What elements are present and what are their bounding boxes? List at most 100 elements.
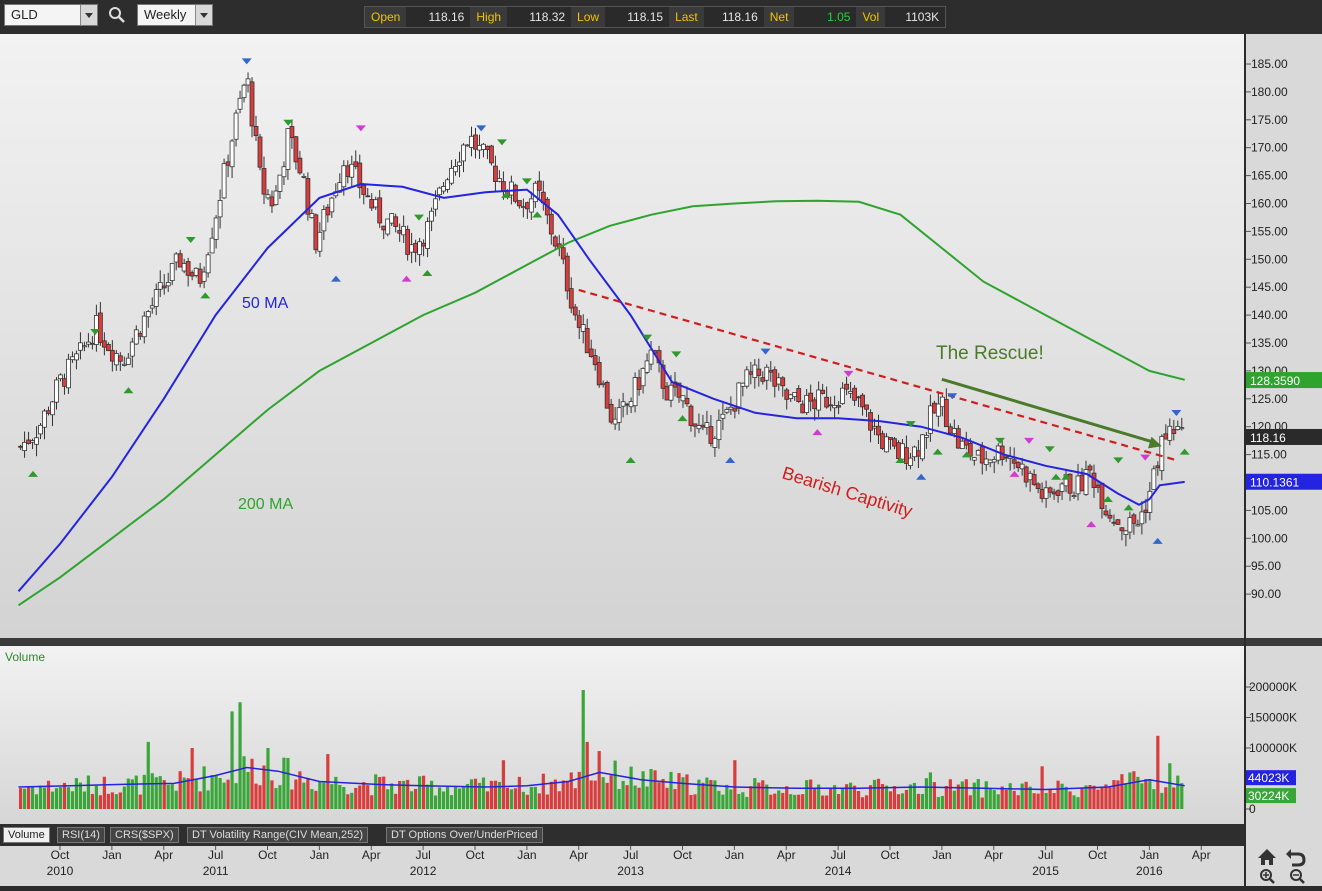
candle-body xyxy=(1071,495,1077,497)
volume-bar xyxy=(777,790,781,809)
volume-bar xyxy=(22,788,27,809)
candle-body xyxy=(237,97,243,110)
candle-body xyxy=(916,450,921,457)
month-label: Apr xyxy=(362,848,381,862)
volume-bar xyxy=(178,771,182,809)
candle-body xyxy=(1095,484,1101,488)
volume-bar xyxy=(1112,780,1116,809)
candle-body xyxy=(433,198,438,210)
candle-body xyxy=(636,377,642,390)
candle-body xyxy=(78,342,83,351)
pivot-marker xyxy=(932,448,943,455)
year-label: 2010 xyxy=(47,864,74,878)
volume-bar xyxy=(110,792,114,809)
pivot-marker xyxy=(1113,457,1124,464)
candle-body xyxy=(796,388,802,402)
volume-bar xyxy=(1012,790,1016,809)
pivot-marker xyxy=(1140,454,1151,461)
candle-body xyxy=(1107,514,1113,519)
volume-bar xyxy=(258,785,262,809)
candle-body xyxy=(608,403,614,423)
volume-bar xyxy=(266,748,270,809)
candle-body xyxy=(257,136,263,168)
volume-bar xyxy=(114,794,118,809)
price-tick-label: 135.00 xyxy=(1251,336,1288,350)
volume-bar xyxy=(884,785,889,809)
price-tick-label: 150.00 xyxy=(1251,252,1288,266)
candle-body xyxy=(229,140,235,168)
volume-bar xyxy=(944,785,948,809)
volume-bar xyxy=(637,787,641,809)
candle-body xyxy=(30,440,35,443)
volume-bar xyxy=(26,786,31,809)
candle-body xyxy=(1015,461,1021,468)
volume-bar xyxy=(306,777,310,809)
candle-body xyxy=(485,145,490,150)
volume-bar xyxy=(330,784,334,809)
candle-body xyxy=(181,263,187,272)
volume-bar xyxy=(545,794,549,809)
candle-body xyxy=(1047,487,1053,493)
candle-body xyxy=(512,184,518,202)
month-label: Oct xyxy=(258,848,277,862)
pivot-marker xyxy=(401,275,412,282)
price-tick-label: 165.00 xyxy=(1251,169,1288,183)
volume-panel-title: Volume xyxy=(5,650,45,664)
candle-body xyxy=(983,458,989,466)
volume-bar xyxy=(290,789,294,809)
candle-body xyxy=(389,213,395,224)
month-label: Apr xyxy=(154,848,173,862)
month-label: Apr xyxy=(984,848,1003,862)
volume-bar xyxy=(234,783,238,809)
volume-bar xyxy=(1020,783,1024,809)
candle-body xyxy=(261,168,267,195)
candle-body xyxy=(58,374,63,380)
candle-body xyxy=(808,392,814,402)
volume-bar xyxy=(194,779,198,809)
month-label: Jan xyxy=(310,848,329,862)
candle-body xyxy=(70,356,75,361)
candle-body xyxy=(568,288,574,309)
volume-bar xyxy=(218,777,222,809)
volume-bar xyxy=(346,794,350,809)
candle-body xyxy=(325,206,331,216)
candle-body xyxy=(469,135,474,148)
volume-bar xyxy=(170,784,174,809)
year-label: 2016 xyxy=(1136,864,1163,878)
candle-body xyxy=(117,355,123,362)
volume-bar xyxy=(757,782,761,809)
volume-bar xyxy=(102,776,106,809)
pivot-marker xyxy=(1102,496,1113,503)
volume-bar xyxy=(984,781,988,809)
candle-body xyxy=(876,425,881,436)
candle-body xyxy=(205,254,211,274)
volume-bar xyxy=(657,782,661,809)
volume-bar xyxy=(154,777,158,809)
candle-body xyxy=(1103,510,1109,516)
pivot-marker xyxy=(625,456,636,463)
candle-body xyxy=(497,178,502,182)
volume-bar xyxy=(162,780,166,809)
candle-body xyxy=(481,143,486,150)
volume-bar xyxy=(928,772,932,809)
volume-bar xyxy=(769,794,773,809)
candle-body xyxy=(780,377,786,387)
pivot-marker xyxy=(843,370,854,377)
gld-weekly-chart: 185.00 180.00 175.00 170.00 165.00 160.00 155.… xyxy=(5,57,1322,878)
volume-bar xyxy=(609,775,613,809)
volume-bar xyxy=(1088,785,1092,809)
candle-body xyxy=(884,436,889,453)
candle-body xyxy=(189,272,195,277)
volume-bar xyxy=(62,782,67,809)
candle-body xyxy=(1163,433,1169,440)
volume-bar xyxy=(860,797,865,809)
volume-bar xyxy=(593,780,597,809)
price-tick-label: 105.00 xyxy=(1251,503,1288,517)
volume-bar xyxy=(418,776,422,809)
candle-body xyxy=(564,255,570,292)
volume-bar xyxy=(82,791,87,809)
volume-bar xyxy=(749,786,753,809)
candle-body xyxy=(588,348,594,357)
candle-body xyxy=(828,404,834,407)
volume-bar xyxy=(725,784,729,809)
